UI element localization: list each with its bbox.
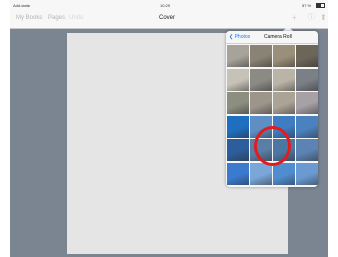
photo-thumbnail[interactable] [273,68,295,91]
photo-thumbnail[interactable] [250,162,272,185]
photo-thumbnail[interactable] [250,45,272,67]
page-title: Cover [159,15,176,21]
photo-thumbnail[interactable] [296,68,318,91]
photo-thumbnail[interactable] [227,139,249,161]
carrier-label: Add-tank [13,3,30,8]
pages-button[interactable]: Pages [48,15,65,21]
share-icon[interactable]: ⬆ [320,14,327,22]
battery-icon [316,3,325,8]
photo-thumbnail[interactable] [250,68,272,91]
highlight-circle [254,126,291,166]
photo-thumbnail[interactable] [250,92,272,114]
my-books-button[interactable]: My Books [16,15,42,21]
photo-thumbnail[interactable] [273,162,295,185]
status-bar: Add-tank ≈ 10:29 57 % [10,0,328,10]
photo-thumbnail[interactable] [227,92,249,114]
photo-thumbnail[interactable] [227,45,249,67]
picker-header: ❮ Photos Camera Roll [226,31,318,44]
undo-button[interactable]: Undo [69,15,83,21]
info-icon[interactable]: ⓘ [308,14,315,22]
photo-thumbnail[interactable] [296,139,318,161]
photo-thumbnail[interactable] [227,68,249,91]
status-time: 10:29 [160,3,171,8]
battery-percent: 57 % [302,3,312,8]
photo-thumbnail[interactable] [227,162,249,185]
app-toolbar: My Books Pages Undo Cover + ⓘ ⬆ [10,10,328,29]
photo-thumbnail[interactable] [296,45,318,67]
photos-back-button[interactable]: ❮ Photos [229,34,250,40]
photo-thumbnail[interactable] [273,45,295,67]
add-icon[interactable]: + [292,14,297,22]
photo-thumbnail[interactable] [227,115,249,138]
photo-thumbnail[interactable] [296,162,318,185]
photo-thumbnail[interactable] [296,115,318,138]
picker-title: Camera Roll [264,34,292,40]
wifi-icon: ≈ [28,3,31,8]
photo-thumbnail[interactable] [273,92,295,114]
photo-thumbnail[interactable] [296,92,318,114]
back-label: Photos [234,34,251,40]
